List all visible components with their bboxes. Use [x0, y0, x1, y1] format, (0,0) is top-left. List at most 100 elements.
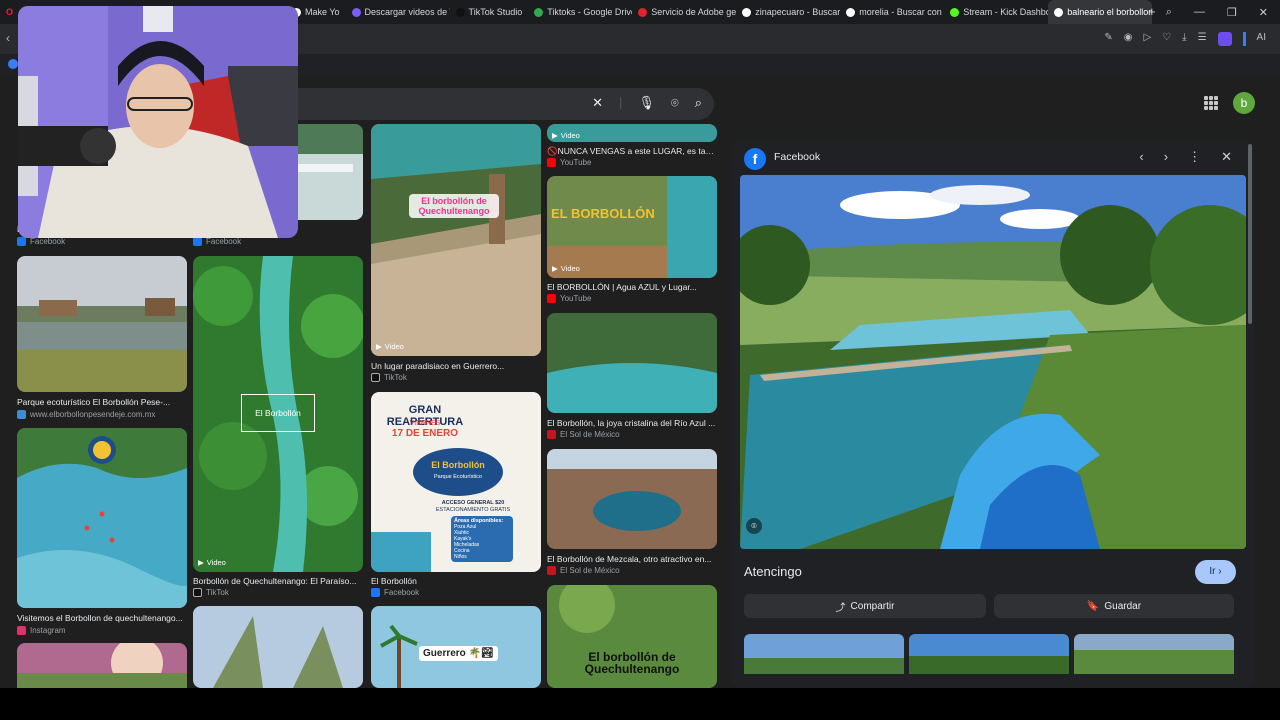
related-image[interactable]: [1074, 634, 1234, 674]
result-image[interactable]: EL BORBOLLÓN ▶ Video: [547, 176, 717, 278]
tab-9[interactable]: balneario el borbollon - B: [1048, 0, 1153, 24]
avatar[interactable]: b: [1233, 92, 1255, 114]
result-image[interactable]: [17, 256, 187, 392]
preview-title[interactable]: Atencingo: [744, 564, 802, 579]
result-caption[interactable]: El Borbollón: [371, 576, 541, 586]
facebook-icon: f: [744, 148, 766, 170]
tab-3[interactable]: TikTok Studio: [450, 0, 529, 24]
panel-scrollbar[interactable]: [1248, 144, 1252, 324]
play-icon[interactable]: ▷: [1143, 32, 1151, 46]
new-tab-button[interactable]: +: [1148, 4, 1156, 19]
tab-6[interactable]: zinapecuaro - Buscar c: [736, 0, 840, 24]
tab-4[interactable]: Tiktoks - Google Drive: [528, 0, 632, 24]
result-source: Facebook: [17, 237, 65, 246]
restore-icon[interactable]: ❐: [1227, 6, 1237, 19]
related-image[interactable]: [909, 634, 1069, 674]
preview-image[interactable]: [740, 175, 1246, 549]
result-image[interactable]: [193, 606, 363, 688]
areas-list: Áreas disponibles: Poza Azul Xiuhtic Kayak…: [451, 516, 513, 562]
menu-icon[interactable]: ☰: [1198, 32, 1207, 46]
youtube-icon: [547, 294, 556, 303]
result-caption[interactable]: Borbollón de Quechultenango: El Paraíso.…: [193, 576, 363, 586]
result-image[interactable]: Guerrero 🌴🏞: [371, 606, 541, 688]
clear-search-icon[interactable]: ✕: [592, 95, 603, 111]
sidebar-icon[interactable]: [8, 59, 18, 69]
result-image[interactable]: [547, 449, 717, 549]
result-image[interactable]: [17, 643, 187, 688]
result-image[interactable]: El borbollón de Quechultenango: [547, 585, 717, 688]
tab-label: Tiktoks - Google Drive: [547, 7, 633, 17]
tab-5[interactable]: Servicio de Adobe gen: [632, 0, 736, 24]
camera-icon[interactable]: ◉: [1124, 32, 1133, 46]
search-icon[interactable]: ⌕: [695, 95, 702, 111]
result-image[interactable]: ▶ Video: [547, 124, 717, 142]
tab-2[interactable]: Descargar videos de Ti: [346, 0, 450, 24]
back-icon[interactable]: ‹: [6, 31, 10, 45]
facebook-icon: [193, 237, 202, 246]
result-image[interactable]: El borbollón de Quechultenango ▶ Video: [371, 124, 541, 356]
tab-favicon-icon: [455, 7, 465, 17]
tab-label: Make Yo: [305, 7, 340, 17]
facebook-icon: [371, 588, 380, 597]
save-button[interactable]: 🔖 Guardar: [994, 594, 1234, 618]
opera-menu-icon[interactable]: O: [0, 0, 18, 24]
tab-favicon-icon: [638, 7, 648, 17]
image-overlay-label: El borbollón de Quechultenango: [584, 650, 680, 676]
site-icon: [17, 410, 26, 419]
video-badge: ▶ Video: [198, 558, 226, 567]
heart-icon[interactable]: ♡: [1162, 32, 1171, 46]
video-title-overlay: El borbollón de Quechultenango: [409, 194, 499, 218]
bookmark-icon: 🔖: [1086, 600, 1100, 612]
result-caption[interactable]: El Borbollón, la joya cristalina del Río…: [547, 418, 717, 428]
sidebar-indicator: [1242, 32, 1246, 46]
tab-label: Descargar videos de Ti: [364, 7, 450, 17]
share-button[interactable]: ⤴ Compartir: [744, 594, 986, 618]
result-caption[interactable]: El Borbollón de Mezcala, otro atractivo …: [547, 554, 717, 564]
lens-icon[interactable]: ⌾: [746, 518, 762, 534]
extension-icon[interactable]: [1217, 32, 1232, 46]
download-icon[interactable]: ⤓: [1182, 32, 1186, 46]
webcam-overlay: [18, 6, 298, 238]
next-icon[interactable]: ›: [1164, 149, 1168, 165]
el-sol-icon: [547, 566, 556, 575]
result-caption[interactable]: Un lugar paradisiaco en Guerrero...: [371, 361, 541, 371]
result-caption[interactable]: 🚫NUNCA VENGAS a este LUGAR, es tan...: [547, 146, 717, 157]
result-image[interactable]: [547, 313, 717, 413]
tab-favicon-icon: [742, 7, 752, 17]
facebook-icon: [17, 237, 26, 246]
tab-favicon-icon: [846, 7, 856, 17]
related-image[interactable]: [744, 634, 904, 674]
visit-button[interactable]: Ir ›: [1195, 560, 1236, 584]
result-image[interactable]: [17, 428, 187, 608]
tab-strip: Make Yo Descargar videos de Ti TikTok Stud…: [286, 0, 1153, 24]
more-icon[interactable]: ⋮: [1188, 149, 1201, 165]
edit-icon[interactable]: ✎: [1104, 32, 1112, 46]
image-preview-panel: f Facebook ‹ › ⋮ ✕ ⌾ Atencingo Ir › ⤴ Co…: [732, 140, 1254, 688]
mic-icon[interactable]: 🎙: [638, 95, 655, 111]
search-tabs-icon[interactable]: ⌕: [1166, 6, 1172, 19]
tab-7[interactable]: morelia - Buscar con G: [840, 0, 944, 24]
ai-button[interactable]: AI: [1257, 32, 1266, 46]
google-apps-icon[interactable]: [1204, 96, 1218, 110]
share-icon: ⤴: [835, 602, 846, 614]
el-sol-icon: [547, 430, 556, 439]
panel-source[interactable]: Facebook: [774, 151, 820, 163]
result-image[interactable]: GRAN REAPERTURA VIERNES 17 DE ENERO El B…: [371, 392, 541, 572]
result-image[interactable]: El Borbollón ▶ Video: [193, 256, 363, 572]
minimize-icon[interactable]: —: [1194, 6, 1205, 18]
result-caption[interactable]: Visitemos el Borbollon de quechultenango…: [17, 613, 187, 623]
youtube-icon: [547, 158, 556, 167]
result-caption[interactable]: El BORBOLLÓN | Agua AZUL y Lugar...: [547, 282, 717, 292]
lens-icon[interactable]: ⌾: [671, 95, 679, 111]
prev-icon[interactable]: ‹: [1139, 149, 1143, 165]
tiktok-icon: [193, 588, 202, 597]
tab-label: balneario el borbollon - B: [1067, 7, 1153, 17]
video-title-overlay: EL BORBOLLÓN: [551, 206, 655, 221]
logo: El Borbollón Parque Ecoturístico: [413, 448, 503, 496]
close-icon[interactable]: ✕: [1221, 149, 1232, 165]
tab-favicon-icon: [950, 7, 960, 17]
tab-8[interactable]: Stream - Kick Dashboa: [944, 0, 1048, 24]
result-caption[interactable]: Parque ecoturístico El Borbollón Pese-..…: [17, 397, 187, 407]
close-window-icon[interactable]: ✕: [1259, 6, 1268, 19]
area-item: Niños: [454, 554, 467, 560]
